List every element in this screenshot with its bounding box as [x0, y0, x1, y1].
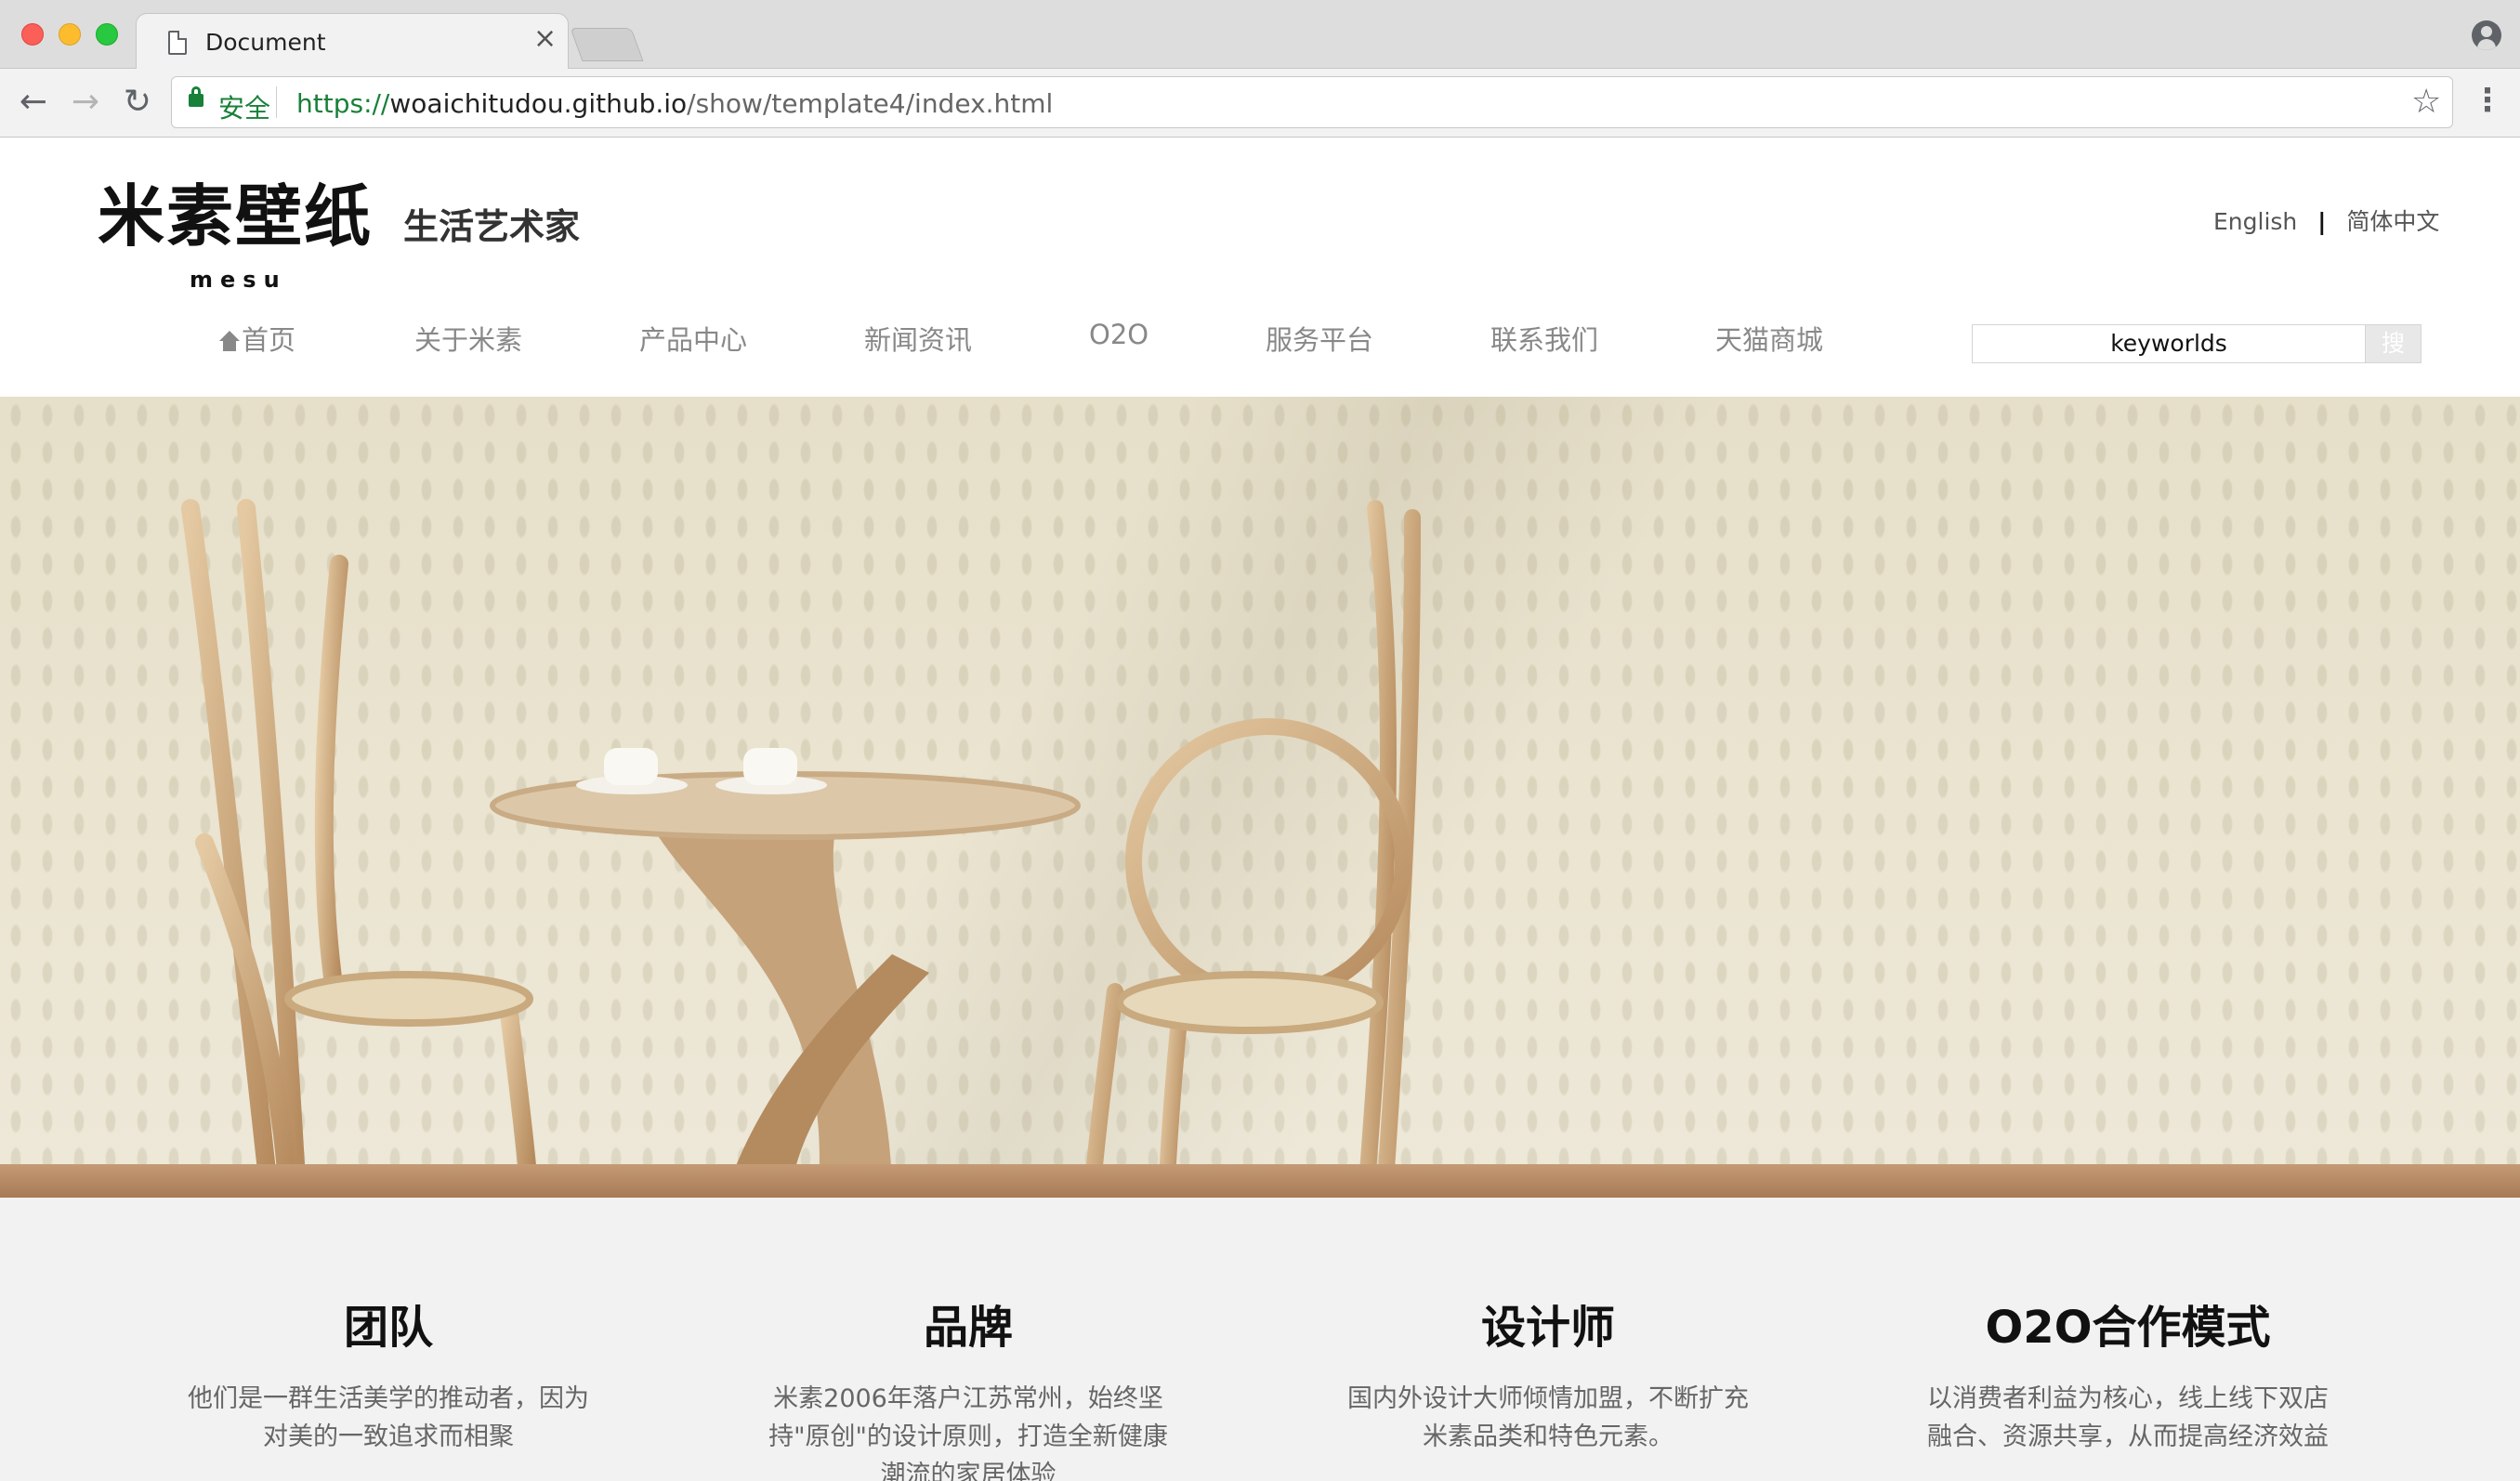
- close-window-button[interactable]: [21, 23, 44, 46]
- browser-tab[interactable]: Document ×: [136, 13, 569, 70]
- url-host: woaichitudou.github.io: [389, 88, 688, 119]
- tab-close-button[interactable]: ×: [533, 25, 557, 53]
- lang-chinese-link[interactable]: 简体中文: [2346, 208, 2439, 235]
- nav-item-contact[interactable]: 联系我们: [1490, 319, 1598, 358]
- language-switcher: English | 简体中文: [2213, 203, 2439, 237]
- main-nav: 首页 关于米素 产品中心 新闻资讯 O2O 服务平台 联系我们 天猫商城: [0, 319, 1951, 361]
- url-path: /show/template4/index.html: [687, 88, 1054, 119]
- feature-title: 品牌: [923, 1302, 1013, 1354]
- search-input[interactable]: keyworlds: [1972, 324, 2366, 363]
- browser-toolbar: ← → ↻ 安全 https://woaichitudou.github.io/…: [0, 69, 2520, 138]
- address-bar[interactable]: 安全 https://woaichitudou.github.io/show/t…: [171, 76, 2453, 128]
- new-tab-button[interactable]: [570, 28, 644, 61]
- star-icon[interactable]: ☆: [2411, 83, 2441, 122]
- url-scheme: https://: [296, 88, 390, 119]
- nav-item-service[interactable]: 服务平台: [1266, 319, 1373, 358]
- feature-title: 设计师: [1480, 1302, 1615, 1354]
- hero-banner: [0, 397, 2520, 1198]
- reload-icon[interactable]: ↻: [115, 80, 160, 125]
- lang-divider: |: [2317, 208, 2327, 235]
- furniture-illustration: [181, 499, 1421, 1198]
- nav-item-tmall[interactable]: 天猫商城: [1715, 319, 1823, 358]
- feature-text: 国内外设计大师倾情加盟，不断扩充米素品类和特色元素。: [1347, 1384, 1749, 1451]
- left-chair: [181, 499, 539, 1198]
- profile-icon[interactable]: [2472, 20, 2501, 50]
- right-chair: [1083, 500, 1421, 1198]
- secure-label: 安全: [218, 93, 271, 124]
- feature-designer: 设计师 国内外设计大师倾情加盟，不断扩充米素品类和特色元素。: [1288, 1291, 1808, 1456]
- logo-title[interactable]: 米素壁纸: [98, 162, 373, 259]
- feature-title: 团队: [343, 1302, 433, 1354]
- nav-item-label: 首页: [242, 324, 296, 356]
- menu-icon[interactable]: ⋮: [2472, 82, 2503, 119]
- feature-text: 米素2006年落户江苏常州，始终坚持"原创"的设计原则，打造全新健康潮流的家居体…: [768, 1384, 1168, 1481]
- lang-english-link[interactable]: English: [2213, 208, 2297, 235]
- back-icon[interactable]: ←: [11, 80, 56, 125]
- url-text[interactable]: https://woaichitudou.github.io/show/temp…: [296, 88, 1053, 119]
- browser-tab-bar: Document ×: [0, 0, 2520, 70]
- nav-item-o2o[interactable]: O2O: [1089, 319, 1148, 350]
- feature-text: 以消费者利益为核心，线上线下双店融合、资源共享，从而提高经济效益: [1927, 1384, 2329, 1451]
- logo-subtitle: mesu: [190, 267, 287, 293]
- document-icon: [168, 31, 187, 55]
- nav-item-products[interactable]: 产品中心: [639, 319, 747, 358]
- minimize-window-button[interactable]: [59, 23, 81, 46]
- nav-item-news[interactable]: 新闻资讯: [864, 319, 972, 358]
- url-divider: [276, 86, 277, 118]
- forward-icon[interactable]: →: [63, 80, 108, 125]
- home-icon: [219, 331, 240, 351]
- features-section: 团队 他们是一群生活美学的推动者，因为对美的一致追求而相聚 品牌 米素2006年…: [0, 1198, 2520, 1481]
- feature-o2o: O2O合作模式 以消费者利益为核心，线上线下双店融合、资源共享，从而提高经济效益: [1868, 1291, 2388, 1456]
- lock-icon: [189, 86, 203, 107]
- feature-title: O2O合作模式: [1985, 1302, 2271, 1354]
- feature-brand: 品牌 米素2006年落户江苏常州，始终坚持"原创"的设计原则，打造全新健康潮流的…: [708, 1291, 1228, 1481]
- site-header: 米素壁纸 mesu 生活艺术家 English | 简体中文 首页 关于米素 产品中…: [0, 138, 2520, 397]
- left-chair-seat: [284, 971, 533, 1027]
- hero-floor: [0, 1164, 2520, 1198]
- slogan: 生活艺术家: [403, 206, 581, 247]
- maximize-window-button[interactable]: [96, 23, 118, 46]
- feature-team: 团队 他们是一群生活美学的推动者，因为对美的一致追求而相聚: [128, 1291, 649, 1456]
- search-button[interactable]: 搜: [2366, 324, 2422, 363]
- nav-item-home[interactable]: 首页: [219, 319, 295, 358]
- right-chair-seat: [1116, 971, 1384, 1034]
- nav-item-about[interactable]: 关于米素: [414, 319, 522, 358]
- tab-title: Document: [205, 29, 326, 56]
- feature-text: 他们是一群生活美学的推动者，因为对美的一致追求而相聚: [188, 1384, 589, 1451]
